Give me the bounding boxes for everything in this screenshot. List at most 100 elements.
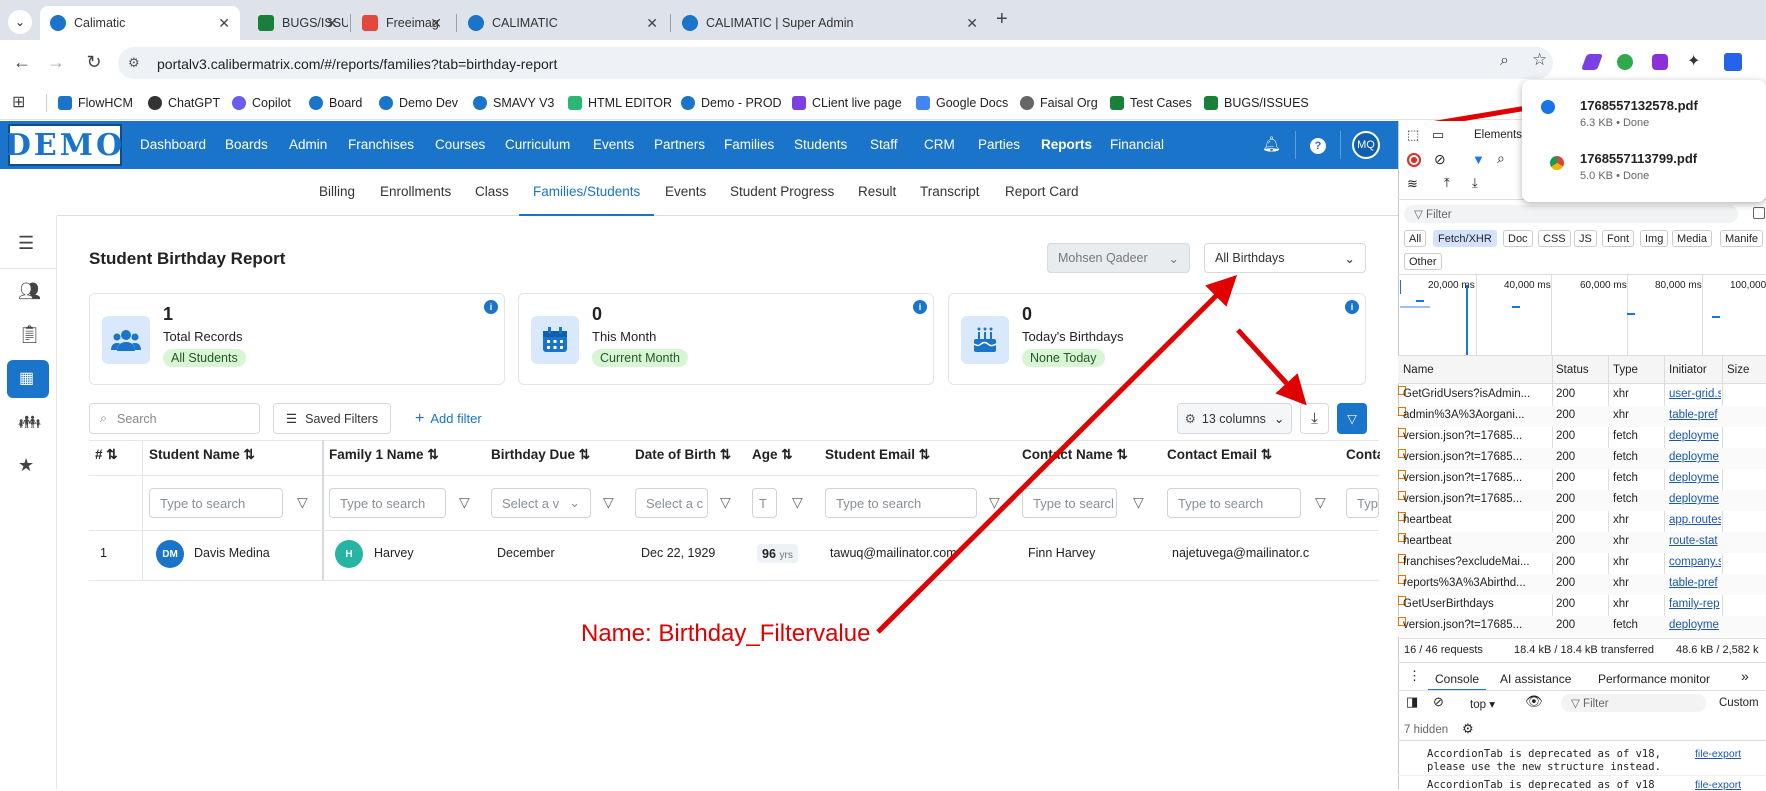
drawer-menu-icon[interactable]: ⋮: [1408, 668, 1421, 684]
chip-img[interactable]: Img: [1640, 230, 1669, 247]
request-row[interactable]: heartbeat 200 xhr route-stat: [1398, 532, 1766, 553]
request-initiator[interactable]: deployme: [1669, 472, 1721, 484]
download-item-2-meta: 5.0 KB • Done: [1580, 170, 1650, 182]
gear-icon[interactable]: ⚙: [1462, 721, 1474, 737]
download-item-1[interactable]: 1768557132578.pdf: [1580, 98, 1698, 113]
eye-icon[interactable]: 👁︎: [1525, 693, 1543, 710]
ai-assistance-tab[interactable]: AI assistance: [1500, 672, 1571, 686]
request-status: 200: [1556, 451, 1576, 463]
request-status: 200: [1556, 493, 1576, 505]
timeline-tick: 40,000 ms: [1504, 280, 1551, 291]
clear-icon[interactable]: ⊘: [1434, 151, 1446, 168]
inspect-icon[interactable]: ⬚: [1407, 127, 1419, 143]
request-row[interactable]: version.json?t=17685... 200 fetch deployme: [1398, 490, 1766, 511]
wifi-icon[interactable]: ≋: [1407, 176, 1418, 192]
chip-media[interactable]: Media: [1672, 230, 1712, 247]
device-toolbar-icon[interactable]: ▭: [1432, 127, 1444, 143]
console-source-link[interactable]: file-export: [1695, 779, 1741, 791]
record-stop-icon[interactable]: [1407, 153, 1421, 167]
timeline-tick: 100,000: [1730, 280, 1766, 291]
request-initiator[interactable]: table-pref: [1669, 409, 1721, 421]
request-row[interactable]: franchises?excludeMai... 200 xhr company.s: [1398, 553, 1766, 574]
filter-placeholder: Filter: [1426, 209, 1452, 221]
request-row[interactable]: reports%3A%3Abirthd... 200 xhr table-pref: [1398, 574, 1766, 595]
request-type: xhr: [1613, 388, 1629, 400]
filter-funnel-icon: ▽: [1571, 698, 1584, 710]
performance-monitor-tab[interactable]: Performance monitor: [1598, 672, 1710, 686]
request-type: xhr: [1613, 598, 1629, 610]
requests-list: GetGridUsers?isAdmin... 200 xhr user-grid.s…: [1398, 385, 1766, 637]
chip-doc[interactable]: Doc: [1503, 230, 1533, 247]
request-name: version.json?t=17685...: [1403, 430, 1523, 442]
invert-checkbox[interactable]: [1753, 207, 1765, 219]
chip-all[interactable]: All: [1404, 230, 1427, 247]
request-initiator[interactable]: deployme: [1669, 430, 1721, 442]
request-row[interactable]: admin%3A%3Aorgani... 200 xhr table-pref: [1398, 406, 1766, 427]
chip-fetch-xhr[interactable]: Fetch/XHR: [1433, 230, 1497, 247]
more-tabs-icon[interactable]: »: [1741, 668, 1749, 684]
sidebar-toggle-icon[interactable]: ◨: [1406, 694, 1418, 710]
request-row[interactable]: version.json?t=17685... 200 fetch deployme: [1398, 616, 1766, 637]
request-row[interactable]: GetUserBirthdays 200 xhr family-rep: [1398, 595, 1766, 616]
request-row[interactable]: version.json?t=17685... 200 fetch deployme: [1398, 427, 1766, 448]
request-name: admin%3A%3Aorgani...: [1403, 409, 1525, 421]
console-source-link[interactable]: file-export: [1695, 748, 1741, 760]
request-initiator[interactable]: deployme: [1669, 451, 1721, 463]
download-item-2[interactable]: 1768557113799.pdf: [1580, 151, 1697, 166]
chip-font[interactable]: Font: [1602, 230, 1635, 247]
chip-css[interactable]: CSS: [1538, 230, 1571, 247]
hidden-count: 7 hidden: [1404, 724, 1449, 736]
request-initiator[interactable]: deployme: [1669, 619, 1721, 631]
request-type: xhr: [1613, 409, 1629, 421]
req-col-type[interactable]: Type: [1613, 364, 1638, 376]
request-initiator[interactable]: family-rep: [1669, 598, 1721, 610]
request-type: xhr: [1613, 514, 1629, 526]
request-type: xhr: [1613, 577, 1629, 589]
req-col-initiator[interactable]: Initiator: [1669, 364, 1707, 376]
chip-manifest[interactable]: Manife: [1720, 230, 1764, 247]
upload-icon[interactable]: ⤒: [1444, 175, 1450, 191]
request-row[interactable]: heartbeat 200 xhr app.routes: [1398, 511, 1766, 532]
download-item-1-meta: 6.3 KB • Done: [1580, 117, 1650, 129]
request-initiator[interactable]: user-grid.s: [1669, 388, 1721, 400]
request-row[interactable]: version.json?t=17685... 200 fetch deployme: [1398, 469, 1766, 490]
network-filter-input[interactable]: ▽ Filter: [1404, 205, 1738, 223]
request-name: version.json?t=17685...: [1403, 451, 1523, 463]
context-value: top: [1470, 699, 1486, 711]
filter-funnel-icon[interactable]: ▼: [1472, 152, 1485, 167]
context-select[interactable]: top ▾: [1470, 697, 1495, 711]
custom-levels-select[interactable]: Custom: [1719, 697, 1759, 709]
request-row[interactable]: version.json?t=17685... 200 fetch deployme: [1398, 448, 1766, 469]
devtools-elements-tab[interactable]: Elements: [1474, 129, 1522, 141]
request-name: version.json?t=17685...: [1403, 493, 1523, 505]
filter-placeholder: Filter: [1583, 698, 1609, 710]
req-col-name[interactable]: Name: [1403, 364, 1434, 376]
clear-console-icon[interactable]: ⊘: [1433, 694, 1444, 710]
request-type: fetch: [1613, 619, 1638, 631]
download-icon[interactable]: ⤓: [1472, 175, 1478, 191]
request-initiator[interactable]: company.s: [1669, 556, 1721, 568]
console-tab[interactable]: Console: [1435, 672, 1479, 686]
request-name: version.json?t=17685...: [1403, 619, 1523, 631]
request-status: 200: [1556, 535, 1576, 547]
chip-js[interactable]: JS: [1574, 230, 1597, 247]
resources-size: 48.6 kB / 2,582 k: [1676, 644, 1759, 656]
request-initiator[interactable]: deployme: [1669, 493, 1721, 505]
request-initiator[interactable]: app.routes: [1669, 514, 1721, 526]
pdf-file-icon: [1541, 100, 1555, 114]
request-name: heartbeat: [1403, 535, 1452, 547]
search-icon[interactable]: ⌕: [1497, 150, 1505, 167]
req-col-status[interactable]: Status: [1556, 364, 1589, 376]
req-col-size[interactable]: Size: [1727, 364, 1749, 376]
timeline-tick: 80,000 ms: [1655, 280, 1702, 291]
console-filter-input[interactable]: ▽ Filter: [1561, 694, 1706, 712]
request-row[interactable]: GetGridUsers?isAdmin... 200 xhr user-grid.s: [1398, 385, 1766, 406]
request-status: 200: [1556, 577, 1576, 589]
request-initiator[interactable]: table-pref: [1669, 577, 1721, 589]
request-initiator[interactable]: route-stat: [1669, 535, 1721, 547]
chip-other[interactable]: Other: [1404, 253, 1442, 270]
request-status: 200: [1556, 514, 1576, 526]
request-status: 200: [1556, 409, 1576, 421]
request-status: 200: [1556, 619, 1576, 631]
request-type: xhr: [1613, 535, 1629, 547]
